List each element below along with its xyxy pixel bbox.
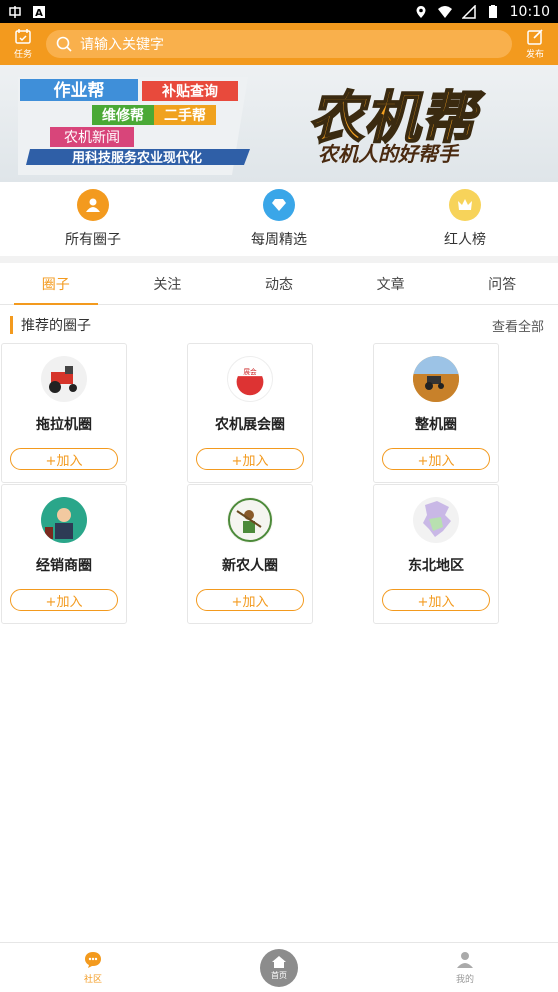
app-notification-icon (8, 5, 22, 19)
category-all-circles[interactable]: 所有圈子 (0, 182, 186, 256)
join-button[interactable]: +加入 (382, 589, 490, 611)
nav-mine[interactable]: 我的 (372, 943, 558, 992)
circle-card[interactable]: 新农人圈 +加入 (187, 484, 313, 624)
nav-home[interactable]: 首页 (186, 943, 372, 992)
promo-banner[interactable]: 作业帮 补贴查询 维修帮 二手帮 农机新闻 用科技服务农业现代化 农机帮 农机人… (0, 65, 558, 182)
circle-name: 农机展会圈 (215, 417, 285, 433)
join-button[interactable]: +加入 (196, 448, 304, 470)
edit-icon (527, 29, 543, 45)
section-title: 推荐的圈子 (21, 318, 91, 334)
tab-articles[interactable]: 文章 (335, 263, 447, 304)
chat-bubble-icon (85, 952, 101, 968)
location-icon (414, 5, 428, 19)
search-placeholder: 请输入关键字 (80, 37, 164, 53)
farmer-icon (227, 497, 273, 543)
expo-badge-icon: 展会 (227, 356, 273, 402)
banner-tag-repair: 维修帮 (102, 107, 144, 124)
svg-text:展会: 展会 (243, 367, 257, 376)
bottom-nav: 社区 首页 我的 (0, 942, 558, 992)
join-button[interactable]: +加入 (196, 589, 304, 611)
section-header: 推荐的圈子 查看全部 (0, 312, 558, 338)
home-button[interactable]: 首页 (260, 948, 298, 987)
group-icon (77, 189, 109, 221)
task-label: 任务 (13, 50, 32, 60)
circle-name: 新农人圈 (222, 558, 278, 574)
category-weekly-picks[interactable]: 每周精选 (186, 182, 372, 256)
circle-card[interactable]: 展会 农机展会圈 +加入 (187, 343, 313, 483)
tab-activity[interactable]: 动态 (223, 263, 335, 304)
status-bar: A 10:10 (0, 0, 558, 23)
wifi-icon (437, 5, 452, 19)
circle-card[interactable]: 整机圈 +加入 (373, 343, 499, 483)
map-region-icon (413, 497, 459, 543)
svg-text:A: A (35, 8, 43, 19)
section-accent-bar (10, 316, 13, 334)
banner-tag-subsidy: 补贴查询 (161, 83, 218, 100)
circle-name: 经销商圈 (36, 558, 92, 574)
tab-qa[interactable]: 问答 (446, 263, 558, 304)
join-button[interactable]: +加入 (10, 589, 118, 611)
category-row: 所有圈子 每周精选 红人榜 (0, 182, 558, 256)
category-label: 红人榜 (444, 232, 486, 248)
category-label: 每周精选 (251, 232, 307, 248)
circle-name: 拖拉机圈 (36, 417, 92, 433)
battery-icon (486, 4, 500, 19)
app-header: 任务 请输入关键字 发布 (0, 23, 558, 65)
divider (0, 256, 558, 263)
font-a-icon: A (32, 5, 46, 19)
publish-label: 发布 (525, 50, 544, 60)
dealer-icon (41, 497, 87, 543)
nav-community-label: 社区 (83, 975, 102, 985)
category-label: 所有圈子 (65, 232, 121, 248)
view-all-link[interactable]: 查看全部 (492, 316, 544, 335)
publish-button[interactable]: 发布 (512, 23, 558, 65)
banner-tag-homework: 作业帮 (54, 80, 105, 101)
calendar-check-icon (15, 29, 31, 44)
tab-circles[interactable]: 圈子 (0, 263, 112, 305)
task-button[interactable]: 任务 (0, 23, 46, 65)
diamond-icon (263, 189, 295, 221)
banner-brand-sub: 农机人的好帮手 (318, 142, 460, 166)
banner-slogan: 用科技服务农业现代化 (71, 150, 202, 166)
join-button[interactable]: +加入 (10, 448, 118, 470)
tab-following[interactable]: 关注 (112, 263, 224, 304)
nav-home-label: 首页 (271, 971, 287, 980)
circle-card[interactable]: 拖拉机圈 +加入 (1, 343, 127, 483)
join-button[interactable]: +加入 (382, 448, 490, 470)
banner-tag-news: 农机新闻 (64, 130, 120, 146)
search-input[interactable]: 请输入关键字 (46, 30, 512, 58)
crown-icon (449, 189, 481, 221)
circle-card[interactable]: 东北地区 +加入 (373, 484, 499, 624)
circle-name: 整机圈 (415, 417, 457, 433)
search-icon (56, 36, 72, 52)
content-tabs: 圈子 关注 动态 文章 问答 (0, 263, 558, 305)
banner-tag-secondhand: 二手帮 (164, 107, 206, 124)
category-celebrity-list[interactable]: 红人榜 (372, 182, 558, 256)
status-time: 10:10 (509, 3, 550, 20)
circle-name: 东北地区 (408, 558, 464, 574)
user-icon (457, 952, 473, 968)
circle-card[interactable]: 经销商圈 +加入 (1, 484, 127, 624)
nav-mine-label: 我的 (455, 975, 474, 985)
nav-community[interactable]: 社区 (0, 943, 186, 992)
tractor-icon (41, 356, 87, 402)
home-icon (272, 956, 286, 968)
farm-machine-icon (413, 356, 459, 402)
signal-icon (460, 3, 476, 19)
